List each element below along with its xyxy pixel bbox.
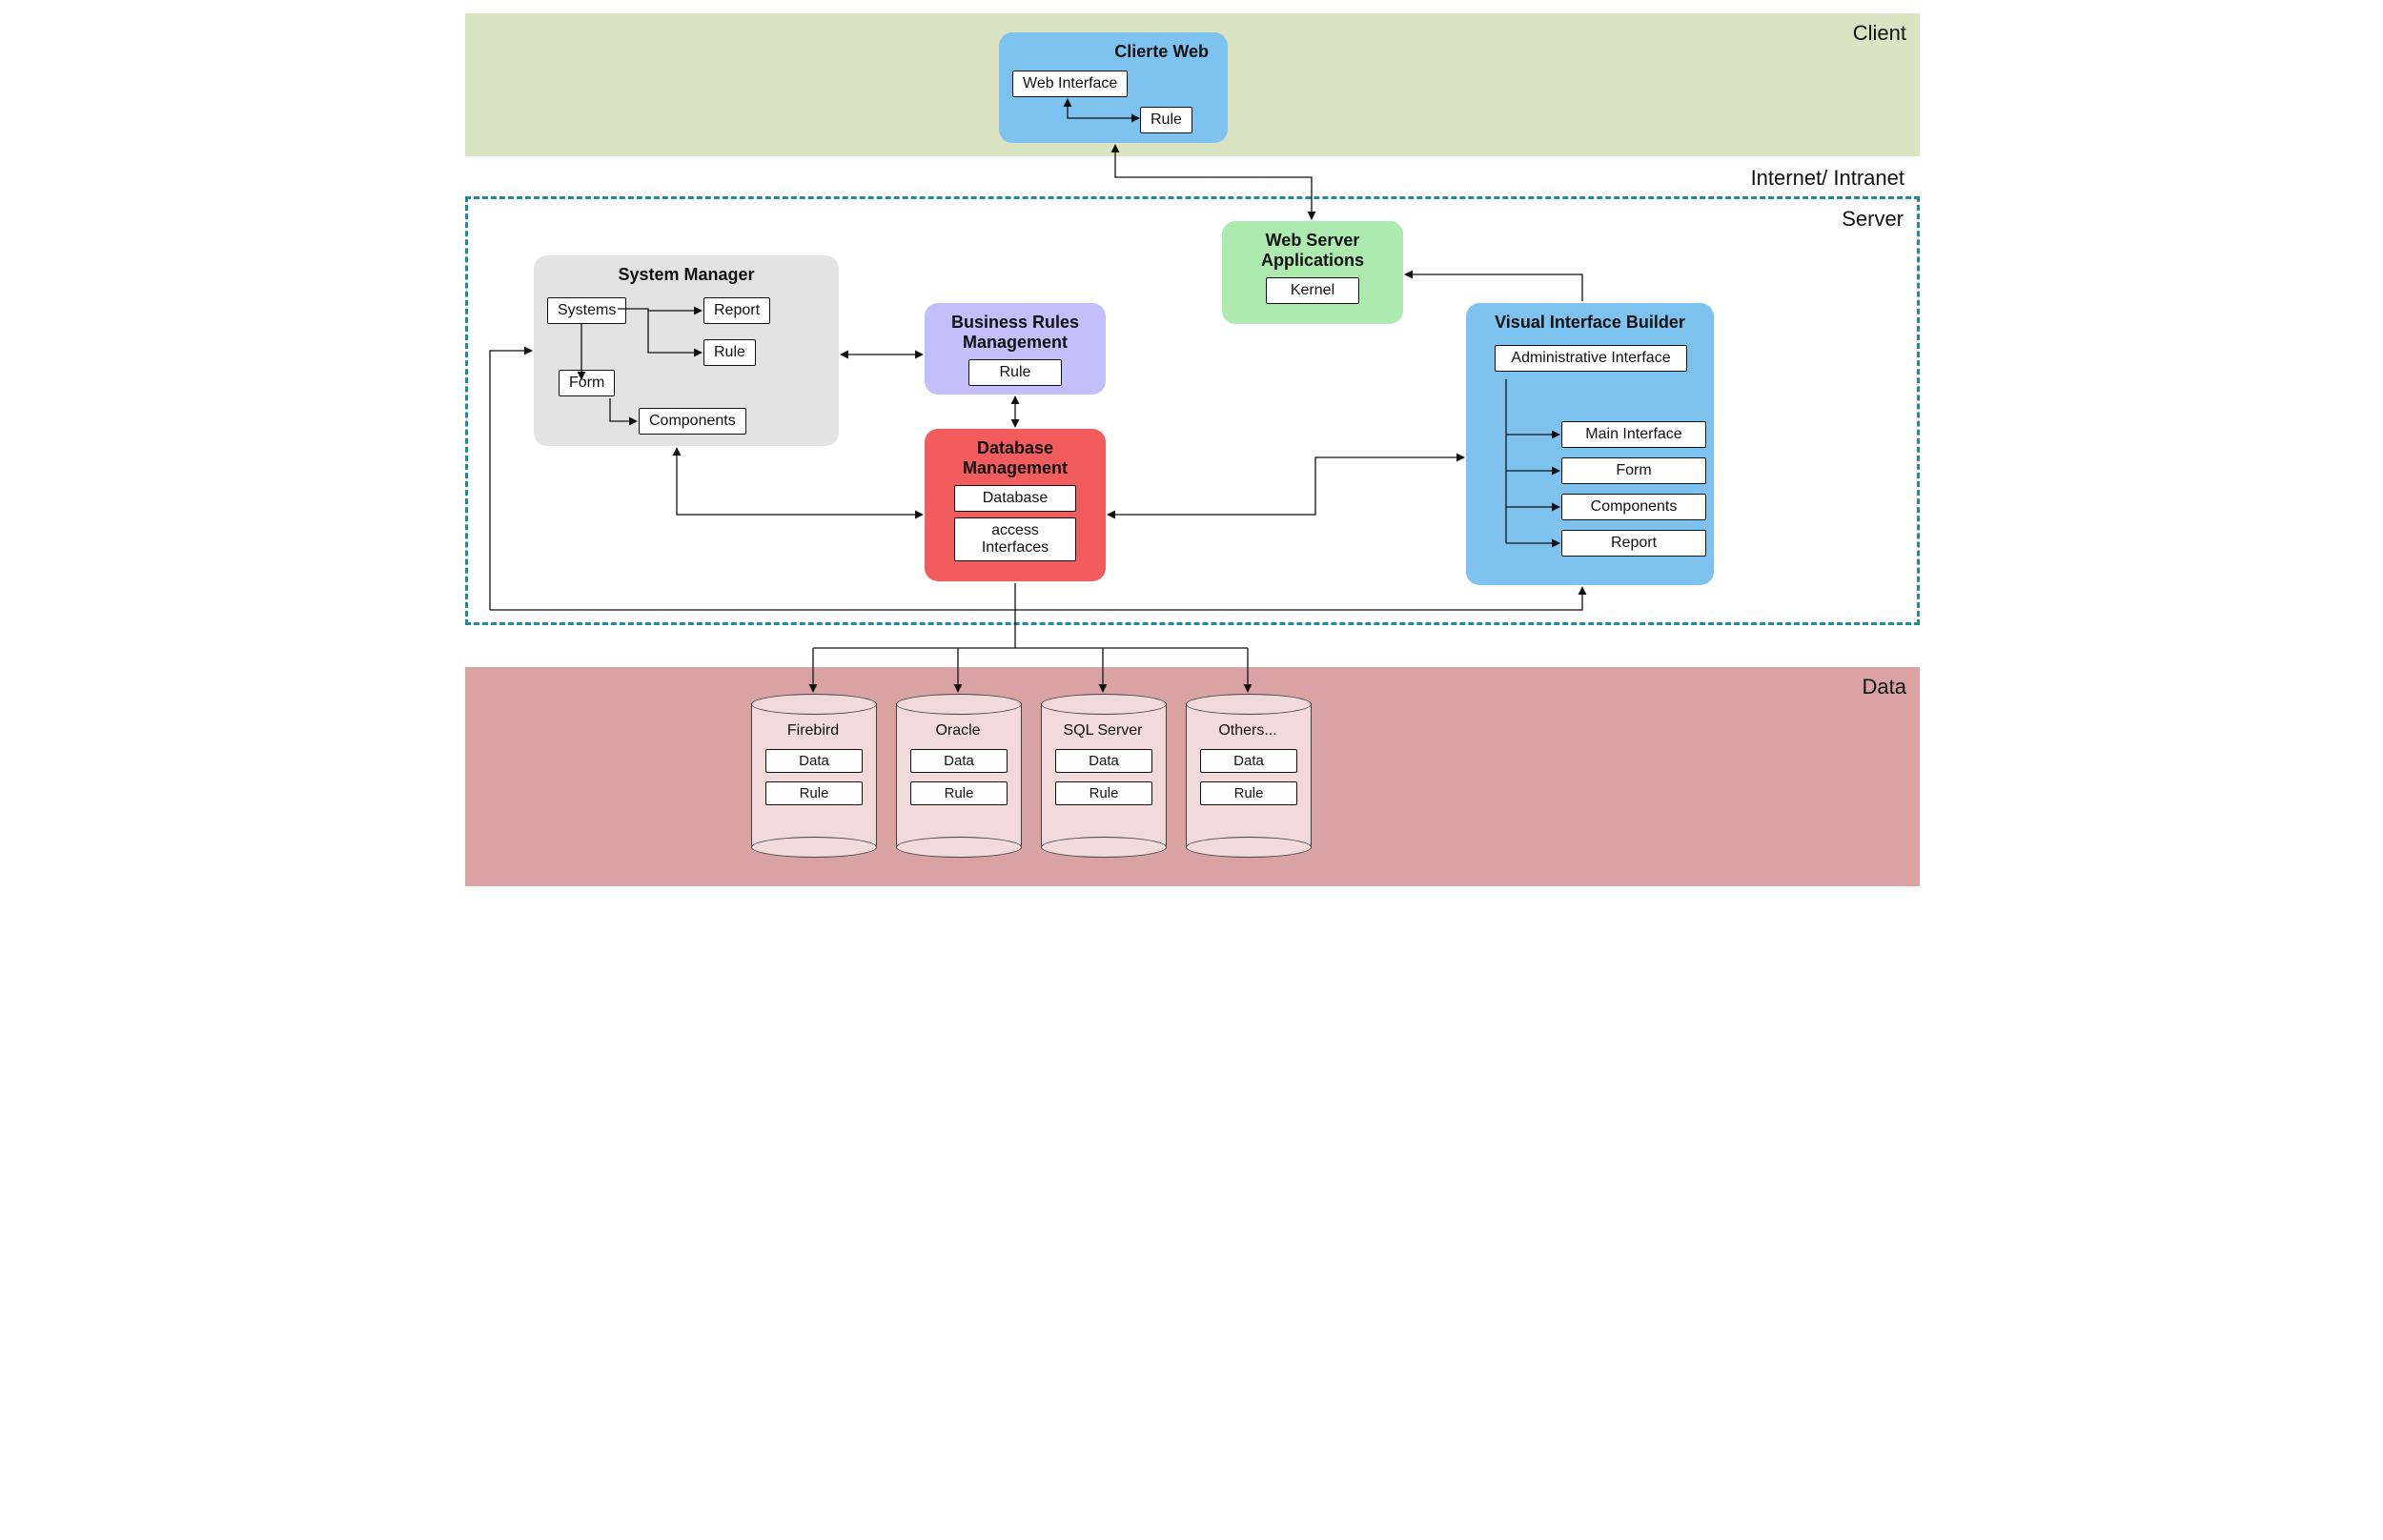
db-oracle-data: Data (910, 749, 1008, 773)
internet-intranet-label: Internet/ Intranet (1751, 166, 1904, 191)
web-server-apps-title: Web Server Applications (1235, 231, 1390, 270)
business-rules-title: Business Rules Management (938, 313, 1092, 352)
data-tier-label: Data (1863, 675, 1906, 699)
db-sqlserver-rule: Rule (1055, 781, 1152, 805)
business-rules-node: Business Rules Management Rule (925, 303, 1106, 395)
visual-interface-builder-node: Visual Interface Builder Administrative … (1466, 303, 1714, 585)
system-manager-title: System Manager (547, 265, 825, 285)
client-rule-chip: Rule (1140, 107, 1192, 133)
db-firebird-data: Data (765, 749, 863, 773)
vib-components-chip: Components (1561, 494, 1706, 520)
web-server-apps-node: Web Server Applications Kernel (1222, 221, 1403, 324)
db-firebird-name: Firebird (751, 722, 875, 740)
db-sqlserver: SQL Server Data Rule (1041, 694, 1165, 856)
server-tier-label: Server (1842, 207, 1904, 232)
components-chip: Components (639, 408, 746, 435)
vib-title: Visual Interface Builder (1479, 313, 1701, 333)
systems-chip: Systems (547, 297, 626, 324)
report-chip: Report (703, 297, 770, 324)
client-tier-label: Client (1853, 21, 1906, 46)
architecture-diagram: Client Internet/ Intranet Server Data Cl… (448, 0, 1935, 961)
web-interface-chip: Web Interface (1012, 71, 1128, 97)
db-firebird: Firebird Data Rule (751, 694, 875, 856)
db-firebird-rule: Rule (765, 781, 863, 805)
db-sqlserver-data: Data (1055, 749, 1152, 773)
database-mgmt-node: Database Management Database access Inte… (925, 429, 1106, 581)
db-oracle-name: Oracle (896, 722, 1020, 740)
database-chip: Database (954, 485, 1076, 512)
db-others-name: Others... (1186, 722, 1310, 740)
admin-interface-chip: Administrative Interface (1495, 345, 1687, 372)
db-others: Others... Data Rule (1186, 694, 1310, 856)
vib-report-chip: Report (1561, 530, 1706, 557)
db-others-data: Data (1200, 749, 1297, 773)
db-oracle-rule: Rule (910, 781, 1008, 805)
access-interfaces-chip: access Interfaces (954, 517, 1076, 560)
business-rule-chip: Rule (968, 359, 1062, 386)
db-oracle: Oracle Data Rule (896, 694, 1020, 856)
system-manager-node: System Manager Systems Report Rule Form … (534, 255, 839, 446)
db-sqlserver-name: SQL Server (1041, 722, 1165, 740)
kernel-chip: Kernel (1266, 277, 1359, 304)
database-mgmt-title: Database Management (938, 438, 1092, 477)
client-web-node: Clierte Web Web Interface Rule (999, 32, 1228, 143)
client-web-title: Clierte Web (1012, 42, 1214, 62)
rule-chip: Rule (703, 339, 756, 366)
db-others-rule: Rule (1200, 781, 1297, 805)
main-interface-chip: Main Interface (1561, 421, 1706, 448)
vib-form-chip: Form (1561, 457, 1706, 484)
form-chip: Form (559, 370, 615, 396)
